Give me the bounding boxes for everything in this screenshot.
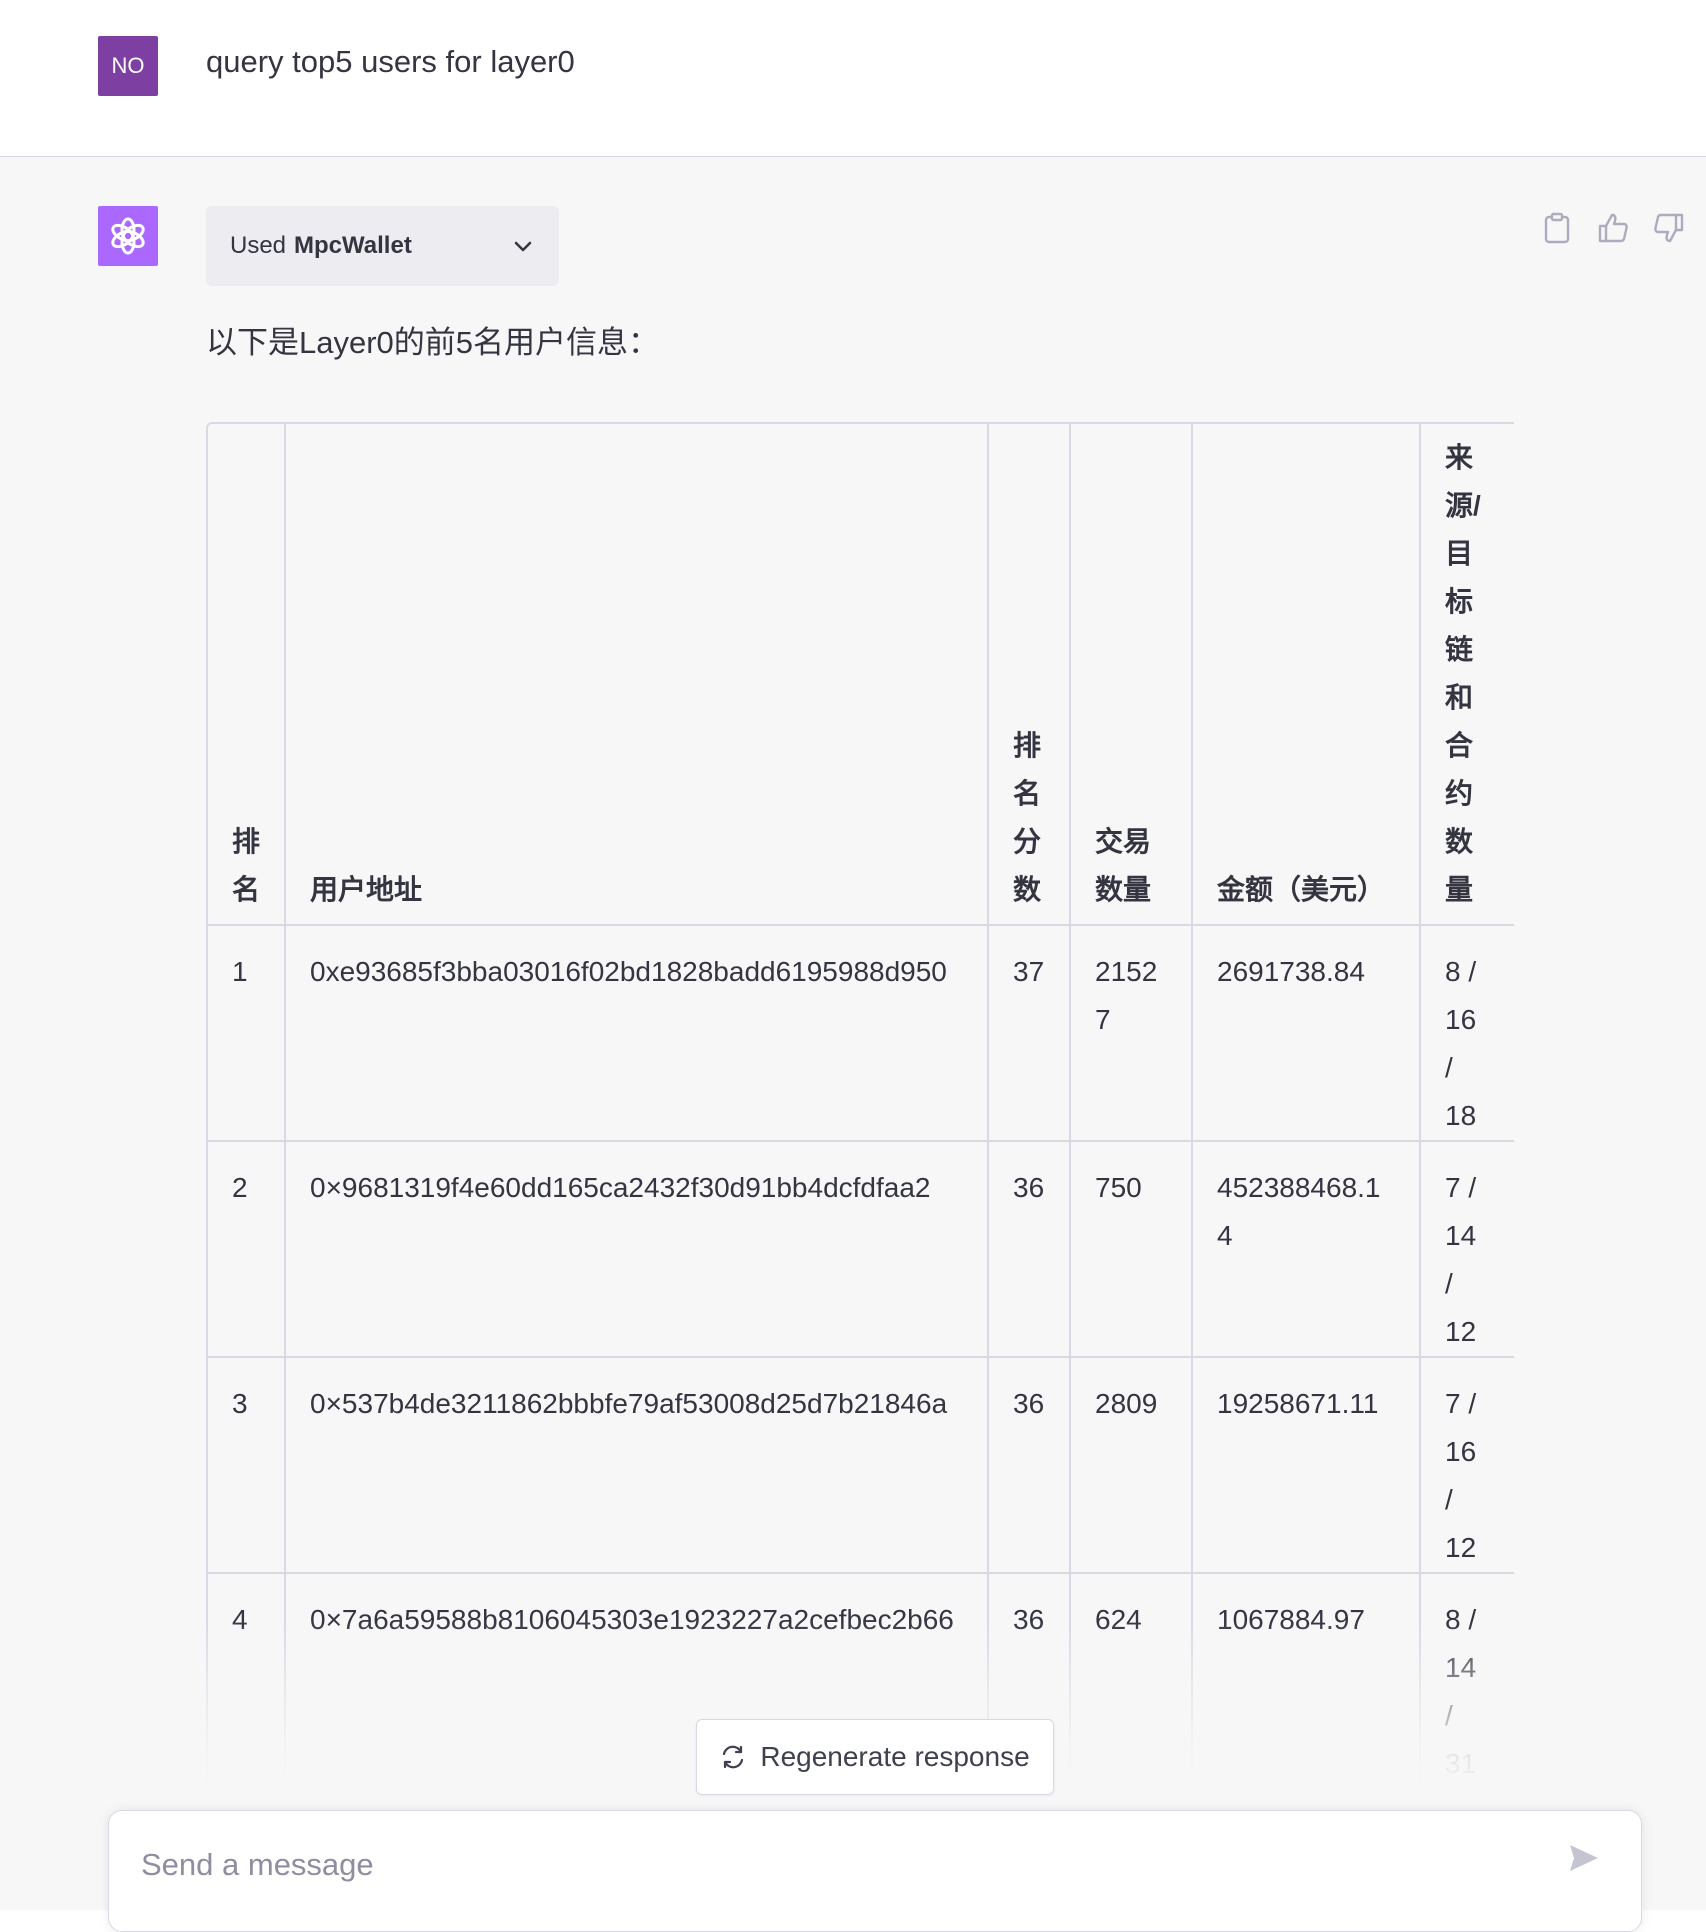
- table-row: 1 0xe93685f3bba03016f02bd1828badd6195988…: [208, 925, 1514, 1142]
- chevron-down-icon: [511, 234, 535, 258]
- regenerate-response-button[interactable]: Regenerate response: [696, 1719, 1054, 1795]
- thumbs-up-icon[interactable]: [1596, 211, 1630, 245]
- cell-tx-count: 624: [1070, 1573, 1193, 1790]
- cell-rank: 1: [208, 925, 286, 1142]
- cell-score: 37: [988, 925, 1071, 1142]
- header-tx-count: 交易数量: [1070, 424, 1193, 926]
- thumbs-down-icon[interactable]: [1652, 211, 1686, 245]
- regenerate-label: Regenerate response: [760, 1741, 1030, 1772]
- cell-chains-contracts: 7 / 16 / 12: [1420, 1357, 1514, 1574]
- table-row: 3 0×537b4de3211862bbbfe79af53008d25d7b21…: [208, 1357, 1514, 1574]
- assistant-avatar: [98, 206, 158, 266]
- send-icon[interactable]: [1567, 1841, 1601, 1880]
- header-address: 用户地址: [285, 424, 989, 926]
- users-table-container: 排名 用户地址 排名分数 交易数量 金额（美元） 来源/目标链和合约数量 1 0…: [206, 422, 1514, 1834]
- message-input[interactable]: Send a message: [141, 1847, 374, 1883]
- cell-tx-count: 750: [1070, 1141, 1193, 1358]
- cell-score: 36: [988, 1141, 1071, 1358]
- cell-chains-contracts: 8 / 14 / 31: [1420, 1573, 1514, 1790]
- message-composer[interactable]: Send a message: [108, 1810, 1642, 1932]
- user-avatar: NO: [98, 36, 158, 96]
- cell-address: 0×9681319f4e60dd165ca2432f30d91bb4dcfdfa…: [285, 1141, 989, 1358]
- assistant-intro-text: 以下是Layer0的前5名用户信息：: [206, 325, 660, 360]
- clipboard-icon[interactable]: [1540, 211, 1574, 245]
- user-message-text: query top5 users for layer0: [206, 44, 575, 79]
- cell-tx-count: 2809: [1070, 1357, 1193, 1574]
- message-actions: [1540, 211, 1686, 245]
- cell-address: 0×537b4de3211862bbbfe79af53008d25d7b2184…: [285, 1357, 989, 1574]
- cell-score: 36: [988, 1357, 1071, 1574]
- header-score: 排名分数: [988, 424, 1071, 926]
- cell-amount: 19258671.11: [1192, 1357, 1421, 1574]
- refresh-icon: [723, 1745, 744, 1769]
- openai-logo-icon: [111, 217, 145, 255]
- cell-tx-count: 21527: [1070, 925, 1193, 1142]
- plugin-name: MpcWallet: [294, 232, 412, 259]
- cell-chains-contracts: 8 / 16 / 18: [1420, 925, 1514, 1142]
- cell-amount: 1067884.97: [1192, 1573, 1421, 1790]
- cell-rank: 4: [208, 1573, 286, 1790]
- assistant-message-row: Used MpcWallet 以下是Layer0的前5名用户信息： 排名 用户地…: [0, 157, 1706, 1908]
- header-amount: 金额（美元）: [1192, 424, 1421, 926]
- table-header-row: 排名 用户地址 排名分数 交易数量 金额（美元） 来源/目标链和合约数量: [208, 424, 1514, 926]
- plugin-used-label: Used: [230, 232, 287, 259]
- cell-chains-contracts: 7 / 14 / 12: [1420, 1141, 1514, 1358]
- user-message-row: NO query top5 users for layer0: [0, 0, 1706, 157]
- header-chains-contracts: 来源/目标链和合约数量: [1420, 424, 1514, 926]
- cell-amount: 2691738.84: [1192, 925, 1421, 1142]
- cell-amount: 452388468.14: [1192, 1141, 1421, 1358]
- users-table: 排名 用户地址 排名分数 交易数量 金额（美元） 来源/目标链和合约数量 1 0…: [208, 424, 1514, 1834]
- header-rank: 排名: [208, 424, 286, 926]
- cell-rank: 3: [208, 1357, 286, 1574]
- plugin-used-toggle[interactable]: Used MpcWallet: [206, 206, 559, 286]
- table-row: 2 0×9681319f4e60dd165ca2432f30d91bb4dcfd…: [208, 1141, 1514, 1358]
- cell-rank: 2: [208, 1141, 286, 1358]
- cell-address: 0xe93685f3bba03016f02bd1828badd6195988d9…: [285, 925, 989, 1142]
